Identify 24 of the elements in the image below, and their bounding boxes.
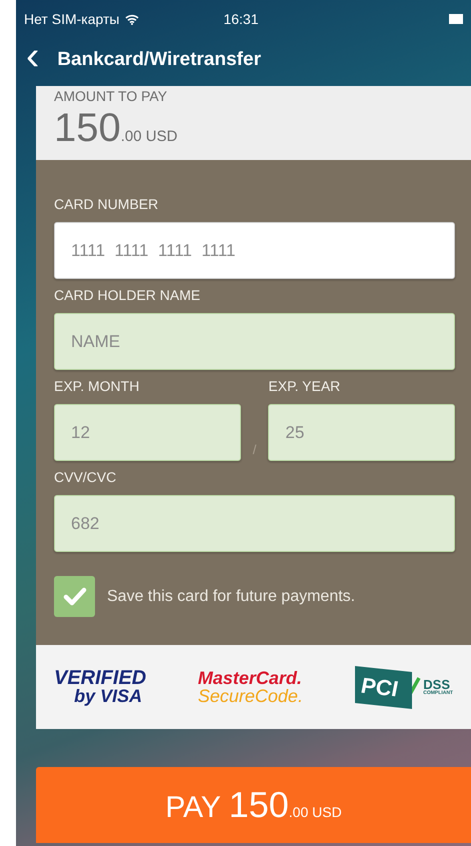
amount-label: AMOUNT TO PAY bbox=[54, 87, 168, 106]
back-button[interactable]: ‹ bbox=[26, 36, 58, 84]
field-label: CARD HOLDER NAME bbox=[54, 286, 202, 305]
input-field[interactable]: 25 bbox=[268, 404, 455, 461]
input-field[interactable]: 12 bbox=[54, 404, 241, 461]
save-card-label: Save this card for future payments. bbox=[107, 586, 356, 606]
screen-title: Bankcard/Wiretransfer bbox=[57, 48, 261, 72]
carrier-label: Нет SIM-карты bbox=[24, 10, 120, 29]
date-separator: / bbox=[252, 441, 258, 459]
field-label: EXP. MONTH bbox=[54, 377, 140, 396]
input-field[interactable]: 682 bbox=[54, 495, 455, 552]
field-label: CARD NUMBER bbox=[54, 195, 160, 214]
input-field[interactable]: NAME bbox=[54, 313, 455, 370]
checkmark-icon bbox=[62, 586, 86, 606]
field-label: CVV/CVC bbox=[54, 468, 118, 487]
input-field[interactable]: 1111 1111 1111 1111 bbox=[54, 222, 455, 279]
amount-value: 150.00 USD bbox=[54, 107, 178, 149]
clock-time: 16:31 bbox=[223, 10, 259, 28]
verified-by-visa-logo: VERIFIED by VISA bbox=[54, 668, 146, 706]
save-card-checkbox[interactable] bbox=[54, 576, 95, 617]
mastercard-securecode-logo: MasterCard. SecureCode. bbox=[198, 669, 303, 705]
battery-icon bbox=[449, 14, 463, 24]
wifi-icon bbox=[125, 14, 140, 24]
field-label: EXP. YEAR bbox=[268, 377, 342, 396]
